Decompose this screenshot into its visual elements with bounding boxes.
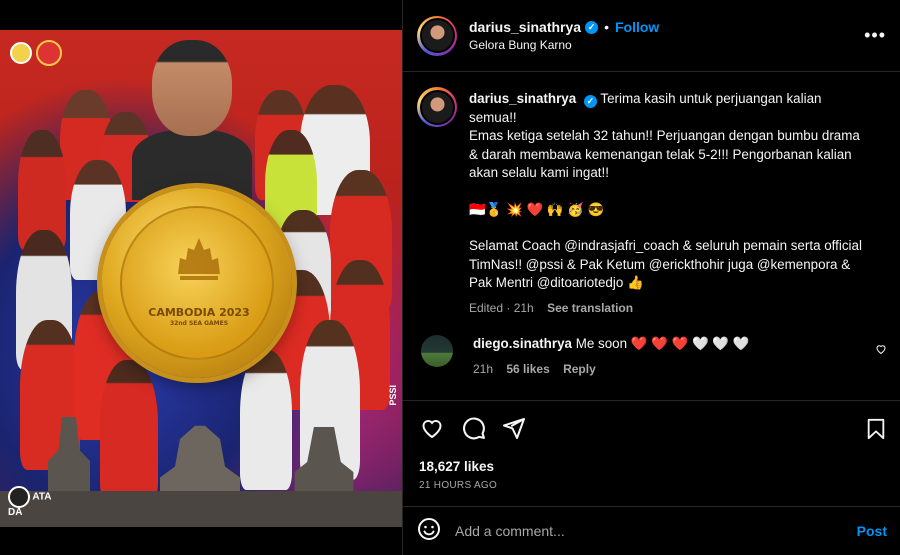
emoji-icon[interactable] (417, 517, 441, 546)
comment-input[interactable]: Add a comment... (455, 523, 857, 539)
caption-body: darius_sinathrya ✓ Terima kasih untuk pe… (469, 87, 869, 317)
avatar-image (419, 89, 455, 125)
username-link[interactable]: darius_sinathrya (469, 19, 581, 35)
more-options-icon[interactable]: ••• (864, 25, 886, 46)
caption-text-3: Selamat Coach @indrasjafri_coach & selur… (469, 238, 862, 290)
profile-avatar[interactable] (417, 15, 457, 56)
medal-subtitle: 32nd SEA GAMES (169, 320, 229, 327)
sea-games-logo-icon (36, 40, 62, 66)
comments-section[interactable]: darius_sinathrya ✓ Terima kasih untuk pe… (403, 73, 900, 400)
post-media[interactable]: CAMBODIA 2023 32nd SEA GAMES PSSI ATA DA (0, 0, 402, 555)
share-icon[interactable] (502, 416, 526, 445)
verified-badge-icon: ✓ (583, 94, 597, 108)
edited-time: Edited · 21h (469, 300, 534, 315)
separator-dot: • (604, 19, 609, 35)
add-comment-bar: Add a comment... Post (403, 506, 900, 555)
post-details-panel: darius_sinathrya ✓ • Follow Gelora Bung … (402, 0, 900, 555)
caption-text-2: Emas ketiga setelah 32 tahun!! Perjuanga… (469, 128, 860, 180)
commenter-username[interactable]: diego.sinathrya (473, 336, 572, 351)
header-text: darius_sinathrya ✓ • Follow Gelora Bung … (469, 19, 659, 52)
coach-portrait (152, 40, 232, 136)
comment-item: diego.sinathrya Me soon ❤️ ❤️ ❤️ 🤍 🤍 🤍 2… (417, 335, 887, 378)
caption-emojis: 🇮🇩🥇 💥 ❤️ 🙌 🥳 😎 (469, 201, 605, 217)
location-link[interactable]: Gelora Bung Karno (469, 38, 659, 52)
verified-badge-icon: ✓ (585, 20, 599, 34)
player-figure (240, 350, 292, 490)
comment-body: diego.sinathrya Me soon ❤️ ❤️ ❤️ 🤍 🤍 🤍 2… (473, 335, 873, 378)
post-timestamp: 21 HOURS AGO (419, 480, 498, 491)
pssi-side-label: PSSI (388, 385, 398, 406)
follow-button[interactable]: Follow (615, 19, 659, 35)
comment-text: Me soon ❤️ ❤️ ❤️ 🤍 🤍 🤍 (575, 336, 750, 351)
likes-count[interactable]: 18,627 likes (419, 459, 887, 474)
medal-title: CAMBODIA 2023 (148, 306, 250, 319)
comment-icon[interactable] (461, 415, 486, 445)
caption-meta: Edited · 21h See translation (469, 299, 869, 318)
reply-button[interactable]: Reply (563, 362, 596, 376)
watermark: ATA DA (8, 486, 56, 522)
federation-logo-icon (10, 42, 32, 64)
like-comment-icon[interactable] (875, 343, 887, 358)
player-figure (100, 360, 158, 500)
comment-meta: 21h 56 likes Reply (473, 360, 873, 379)
post-actions: 18,627 likes 21 HOURS AGO (403, 400, 900, 491)
post-image: CAMBODIA 2023 32nd SEA GAMES PSSI ATA DA (0, 30, 402, 527)
comment-likes[interactable]: 56 likes (506, 362, 549, 376)
gold-medal: CAMBODIA 2023 32nd SEA GAMES (102, 188, 292, 378)
avatar-image (419, 18, 455, 53)
see-translation-link[interactable]: See translation (547, 301, 633, 315)
caption: darius_sinathrya ✓ Terima kasih untuk pe… (417, 87, 887, 317)
caption-username[interactable]: darius_sinathrya (469, 91, 576, 106)
comment-time: 21h (473, 361, 494, 376)
like-icon[interactable] (419, 416, 445, 445)
caption-avatar[interactable] (417, 87, 457, 127)
temple-ground (0, 491, 402, 527)
watermark-logo-icon (8, 486, 30, 508)
commenter-avatar[interactable] (421, 335, 453, 367)
post-header: darius_sinathrya ✓ • Follow Gelora Bung … (403, 0, 900, 72)
medal-emblem-icon (174, 234, 224, 284)
bookmark-icon[interactable] (865, 417, 887, 446)
post-comment-button[interactable]: Post (857, 523, 887, 539)
